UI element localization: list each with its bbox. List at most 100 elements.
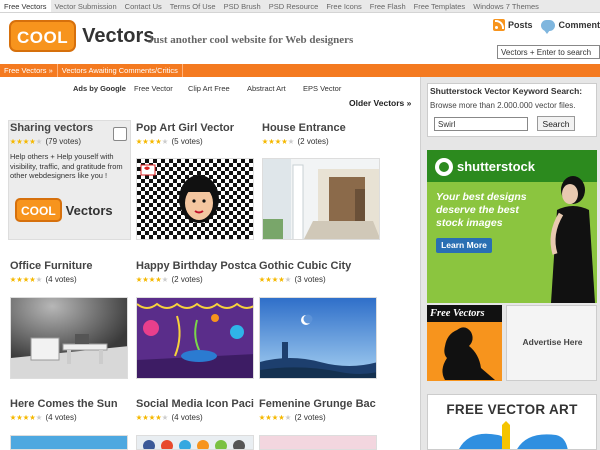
star-icon — [162, 276, 168, 282]
rating-stars[interactable]: (4 votes) — [136, 413, 203, 422]
rating-stars[interactable]: (4 votes) — [10, 275, 77, 284]
vector-thumbnail[interactable] — [10, 435, 128, 450]
star-icon — [16, 138, 23, 144]
nav-free-vectors[interactable]: Free Vectors — [0, 0, 51, 12]
ad-link-eps-vector[interactable]: EPS Vector — [303, 84, 341, 93]
shutterstock-ad[interactable]: shutterstock Your best designs deserve t… — [427, 150, 597, 303]
free-vectors-banner-label: Free Vectors — [427, 305, 502, 322]
vote-count: (2 votes) — [294, 413, 326, 422]
site-logo[interactable]: COOL Vectors — [9, 20, 154, 52]
star-icon — [10, 138, 16, 144]
share-description: Help others + Help youself with visibili… — [10, 152, 123, 180]
vector-thumbnail[interactable] — [136, 297, 254, 379]
card-title[interactable]: Here Comes the Sun — [10, 398, 130, 410]
subnav-awaiting-comments[interactable]: Vectors Awaiting Comments/Critics — [58, 64, 183, 77]
star-icon — [268, 138, 275, 144]
logo-vectors-text: Vectors — [82, 24, 155, 47]
happy-birthday-image — [137, 298, 253, 378]
star-icon — [142, 138, 149, 144]
learn-more-button[interactable]: Learn More — [436, 238, 492, 253]
star-icon — [36, 138, 42, 144]
star-icon — [149, 138, 155, 144]
keyword-search-button[interactable]: Search — [537, 116, 575, 131]
shutterstock-slogan: Your best designs deserve the best stock… — [436, 191, 527, 229]
rating-stars[interactable]: (2 votes) — [136, 275, 203, 284]
vector-thumbnail[interactable] — [259, 435, 377, 450]
comment-icon[interactable] — [541, 19, 556, 34]
star-icon — [142, 276, 149, 282]
nav-psd-brush[interactable]: PSD Brush — [220, 0, 265, 12]
star-icon — [155, 276, 162, 282]
subnav-free-vectors[interactable]: Free Vectors » — [0, 64, 58, 77]
star-icon — [275, 138, 281, 144]
older-vectors-link[interactable]: Older Vectors » — [349, 98, 411, 108]
rating-stars[interactable]: (5 votes) — [136, 137, 203, 146]
ad-link-clip-art-free[interactable]: Clip Art Free — [188, 84, 230, 93]
star-icon — [262, 138, 268, 144]
card-title[interactable]: Office Furniture — [10, 260, 130, 272]
star-icon — [265, 276, 272, 282]
nav-vector-submission[interactable]: Vector Submission — [51, 0, 121, 12]
star-icon — [285, 414, 291, 420]
advertise-here-slot[interactable]: Advertise Here — [506, 305, 597, 381]
card-title[interactable]: Femenine Grunge Bac — [259, 398, 379, 410]
nav-windows-7-themes[interactable]: Windows 7 Themes — [469, 0, 543, 12]
nav-free-icons[interactable]: Free Icons — [322, 0, 365, 12]
rating-stars[interactable]: (2 votes) — [259, 413, 326, 422]
star-icon — [142, 414, 149, 420]
card-title[interactable]: Sharing vectors — [10, 122, 115, 134]
nav-terms-of-use[interactable]: Terms Of Use — [166, 0, 220, 12]
feed-links: Posts Comment — [492, 19, 600, 34]
vote-count: (4 votes) — [45, 275, 77, 284]
logo-cool-badge: COOL — [9, 20, 77, 52]
star-icon — [23, 138, 29, 144]
card-title[interactable]: Pop Art Girl Vector — [136, 122, 258, 134]
vector-thumbnail[interactable] — [259, 297, 377, 379]
nav-psd-resource[interactable]: PSD Resource — [265, 0, 323, 12]
rating-stars[interactable]: (3 votes) — [259, 275, 326, 284]
rating-stars[interactable]: (4 votes) — [10, 413, 77, 422]
star-icon — [29, 138, 36, 144]
star-icon — [36, 276, 42, 282]
keyword-search-input[interactable] — [434, 117, 528, 131]
star-icon — [259, 414, 265, 420]
free-vectors-banner[interactable]: Free Vectors — [427, 305, 502, 381]
card-title[interactable]: Social Media Icon Paci — [136, 398, 256, 410]
share-logo-cool: COOL — [15, 198, 62, 222]
silhouette-image — [442, 327, 495, 380]
comments-feed-link[interactable]: Comment — [558, 20, 600, 30]
free-vector-art-title: FREE VECTOR ART — [446, 402, 578, 417]
card-title[interactable]: House Entrance — [262, 122, 382, 134]
keyword-search-description: Browse more than 2.000.000 vector files. — [430, 101, 576, 110]
share-logo[interactable]: COOL Vectors — [15, 198, 113, 222]
star-icon — [29, 414, 36, 420]
star-icon — [149, 276, 155, 282]
vector-thumbnail[interactable] — [10, 297, 128, 379]
rating-stars[interactable]: (2 votes) — [262, 137, 329, 146]
vote-count: (2 votes) — [171, 275, 203, 284]
star-icon — [281, 138, 288, 144]
sidebar: Shutterstock Vector Keyword Search: Brow… — [420, 77, 600, 450]
vector-thumbnail[interactable] — [136, 158, 254, 240]
posts-feed-link[interactable]: Posts — [508, 20, 533, 30]
keyword-search-title: Shutterstock Vector Keyword Search: — [430, 86, 583, 96]
nav-contact-us[interactable]: Contact Us — [121, 0, 166, 12]
header-search-input[interactable] — [497, 45, 600, 59]
star-icon — [272, 414, 278, 420]
social-media-icons-image — [143, 440, 245, 449]
top-navigation: Free Vectors Vector Submission Contact U… — [0, 0, 600, 13]
free-vector-art-banner[interactable]: FREE VECTOR ART — [427, 394, 597, 450]
star-icon — [288, 138, 294, 144]
card-title[interactable]: Happy Birthday Postca — [136, 260, 258, 272]
nav-free-templates[interactable]: Free Templates — [410, 0, 470, 12]
model-silhouette-image — [550, 176, 595, 303]
vector-thumbnail[interactable] — [136, 435, 254, 450]
nav-free-flash[interactable]: Free Flash — [366, 0, 410, 12]
ad-link-abstract-art[interactable]: Abstract Art — [247, 84, 286, 93]
vector-thumbnail[interactable] — [262, 158, 380, 240]
card-title[interactable]: Gothic Cubic City — [259, 260, 381, 272]
star-icon — [136, 414, 142, 420]
rss-icon[interactable] — [492, 19, 505, 31]
ad-link-free-vector[interactable]: Free Vector — [134, 84, 173, 93]
rating-stars[interactable]: (79 votes) — [10, 137, 81, 146]
